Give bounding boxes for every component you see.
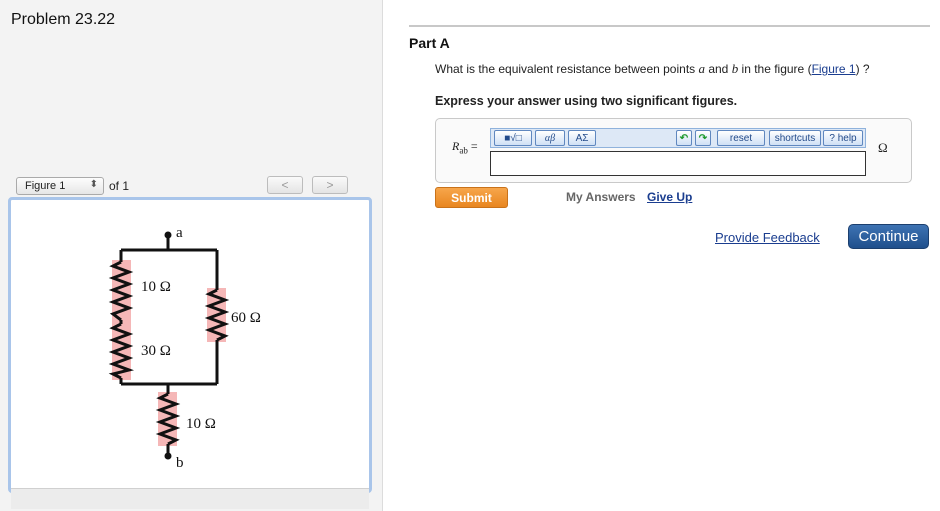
greek-letters-button[interactable]: αβ bbox=[535, 130, 565, 146]
templates-button[interactable]: ■√□ bbox=[494, 130, 532, 146]
answer-instruction: Express your answer using two significan… bbox=[435, 94, 738, 108]
redo-icon[interactable]: ↷ bbox=[695, 130, 711, 146]
part-title: Part A bbox=[409, 35, 450, 51]
figure-frame: a b 10 Ω 30 Ω 60 Ω 10 Ω bbox=[8, 197, 372, 493]
previous-figure-button[interactable]: < bbox=[267, 176, 303, 194]
figure-caption-bar bbox=[11, 488, 369, 509]
figure-selector-value: Figure 1 bbox=[25, 180, 66, 192]
problem-title: Problem 23.22 bbox=[11, 11, 116, 28]
help-button[interactable]: ? help bbox=[823, 130, 863, 146]
circuit-diagram: a b 10 Ω 30 Ω 60 Ω 10 Ω bbox=[108, 225, 261, 471]
answer-input[interactable] bbox=[490, 151, 866, 176]
undo-icon[interactable]: ↶ bbox=[676, 130, 692, 146]
figure-count: of 1 bbox=[109, 179, 130, 193]
terminal-b bbox=[164, 452, 172, 460]
resistor-label-10-ohm-top: 10 Ω bbox=[141, 279, 171, 295]
variable-label: Rab = bbox=[452, 139, 478, 155]
submit-button[interactable]: Submit bbox=[435, 187, 508, 208]
unit-label: Ω bbox=[878, 140, 888, 155]
updown-arrows-icon: ⬍ bbox=[89, 179, 98, 190]
give-up-link[interactable]: Give Up bbox=[647, 190, 692, 204]
equals-sign: = bbox=[467, 139, 478, 153]
node-b-label: b bbox=[176, 455, 184, 471]
divider bbox=[409, 25, 930, 27]
terminal-a bbox=[164, 231, 172, 239]
question-mid: in the figure ( bbox=[738, 62, 812, 76]
provide-feedback-link[interactable]: Provide Feedback bbox=[715, 230, 820, 245]
resistor-label-30-ohm: 30 Ω bbox=[141, 343, 171, 359]
my-answers-label: My Answers bbox=[566, 190, 636, 204]
continue-button[interactable]: Continue bbox=[848, 224, 929, 249]
question-text: What is the equivalent resistance betwee… bbox=[435, 61, 870, 77]
node-a-label: a bbox=[176, 225, 183, 241]
resistor-label-60-ohm: 60 Ω bbox=[231, 310, 261, 326]
reset-button[interactable]: reset bbox=[717, 130, 765, 146]
figure-selector[interactable]: Figure 1 ⬍ bbox=[16, 177, 104, 195]
question-and: and bbox=[704, 62, 732, 76]
variable-subscript: ab bbox=[459, 145, 468, 156]
shortcuts-button[interactable]: shortcuts bbox=[769, 130, 821, 146]
next-figure-button[interactable]: > bbox=[312, 176, 348, 194]
question-post: ) ? bbox=[855, 62, 870, 76]
question-pre: What is the equivalent resistance betwee… bbox=[435, 62, 699, 76]
symbols-button[interactable]: ΑΣ bbox=[568, 130, 596, 146]
figure-link[interactable]: Figure 1 bbox=[812, 62, 856, 76]
resistor-label-10-ohm-bottom: 10 Ω bbox=[186, 416, 216, 432]
